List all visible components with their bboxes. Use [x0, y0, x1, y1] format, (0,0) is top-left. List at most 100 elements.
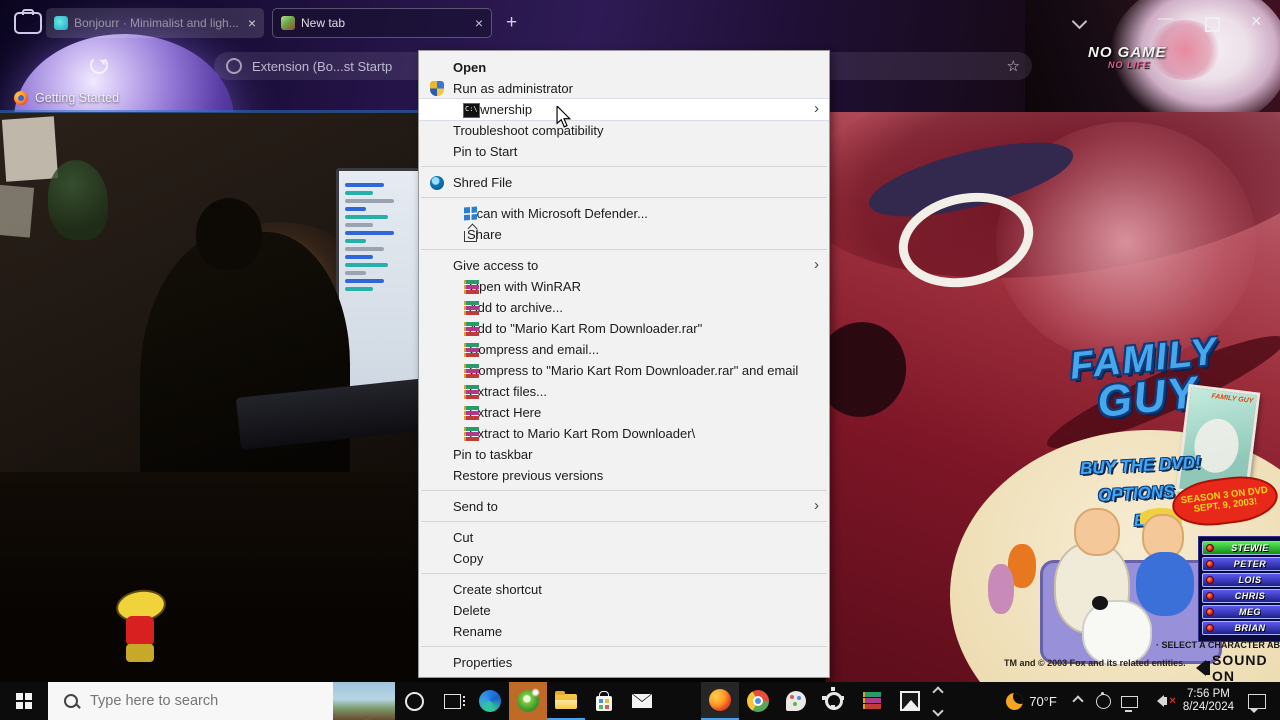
start-button[interactable]	[0, 682, 48, 720]
winrar-icon	[464, 279, 479, 294]
weather-moon-icon[interactable]	[1006, 692, 1024, 710]
character-button-stewie[interactable]: STEWIE	[1202, 541, 1280, 555]
microsoft-store-button[interactable]	[585, 682, 623, 720]
menu-item-compress-and-email[interactable]: Compress and email...	[419, 339, 829, 360]
menu-item-extract-to-folder[interactable]: Extract to Mario Kart Rom Downloader\	[419, 423, 829, 444]
menu-item-share[interactable]: Share	[419, 224, 829, 245]
volume-button[interactable]: ×	[1143, 682, 1176, 720]
taskbar-search[interactable]	[48, 682, 395, 720]
menu-item-create-shortcut[interactable]: Create shortcut	[419, 579, 829, 600]
edge-button[interactable]	[471, 682, 509, 720]
task-view-icon	[443, 693, 465, 709]
maximize-button[interactable]	[1205, 17, 1220, 32]
menu-item-extract-files[interactable]: Extract files...	[419, 381, 829, 402]
menu-item-restore-previous-versions[interactable]: Restore previous versions	[419, 465, 829, 486]
character-button-brian[interactable]: BRIAN	[1202, 621, 1280, 635]
file-explorer-button[interactable]	[547, 682, 585, 720]
menu-item-delete[interactable]: Delete	[419, 600, 829, 621]
menu-item-extract-here[interactable]: Extract Here	[419, 402, 829, 423]
menu-item-shred-file[interactable]: Shred File	[419, 172, 829, 193]
cmd-icon	[463, 103, 480, 118]
menu-item-give-access-to[interactable]: Give access to ›	[419, 255, 829, 276]
menu-item-open-with-winrar[interactable]: Open with WinRAR	[419, 276, 829, 297]
minimize-button[interactable]: —	[1158, 10, 1173, 27]
search-input[interactable]	[88, 692, 292, 710]
menu-item-rename[interactable]: Rename	[419, 621, 829, 642]
menu-separator	[419, 245, 829, 255]
menu-item-scan-with-microsoft-defender[interactable]: Scan with Microsoft Defender...	[419, 203, 829, 224]
date-label: 8/24/2024	[1182, 701, 1234, 713]
wall-paper-note	[0, 184, 35, 238]
tray-overflow-button[interactable]	[1065, 682, 1091, 720]
menu-item-copy[interactable]: Copy	[419, 548, 829, 569]
red-dot-icon	[1206, 544, 1214, 552]
mail-button[interactable]	[623, 682, 661, 720]
active-app-button[interactable]	[509, 682, 547, 720]
menu-item-pin-to-taskbar[interactable]: Pin to taskbar	[419, 444, 829, 465]
red-dot-icon	[1206, 592, 1214, 600]
store-icon	[596, 690, 612, 711]
new-tab-button[interactable]: +	[506, 12, 517, 34]
mouse-cursor	[556, 104, 572, 133]
clock[interactable]: 7:56 PM 8/24/2024	[1183, 688, 1234, 714]
network-icon	[1121, 696, 1139, 712]
paint-3d-button[interactable]	[777, 682, 815, 720]
meg-figure	[988, 564, 1014, 614]
menu-item-add-to-archive[interactable]: Add to archive...	[419, 297, 829, 318]
character-button-meg[interactable]: MEG	[1202, 605, 1280, 619]
character-button-chris[interactable]: CHRIS	[1202, 589, 1280, 603]
winrar-button[interactable]	[853, 682, 891, 720]
network-button[interactable]	[1117, 682, 1143, 720]
cortana-button[interactable]	[395, 682, 433, 720]
menu-item-cut[interactable]: Cut	[419, 527, 829, 548]
workspaces-icon[interactable]	[14, 9, 42, 34]
tab-close-icon[interactable]: ×	[248, 16, 256, 30]
site-info-icon[interactable]	[226, 58, 242, 74]
tab-bonjourr[interactable]: Bonjourr · Minimalist and ligh... ×	[46, 8, 264, 38]
tab-close-icon[interactable]: ×	[475, 16, 483, 30]
sound-on-label: SOUND ON	[1212, 652, 1268, 682]
character-button-peter[interactable]: PETER	[1202, 557, 1280, 571]
menu-item-run-as-administrator[interactable]: Run as administrator	[419, 78, 829, 99]
menu-item-troubleshoot-compatibility[interactable]: Troubleshoot compatibility	[419, 120, 829, 141]
scroll-up-icon[interactable]	[932, 685, 944, 698]
winrar-icon	[863, 691, 881, 709]
stewie-figure	[108, 586, 178, 682]
green-disc-icon	[517, 688, 540, 712]
bookmark-getting-started[interactable]: Getting Started	[14, 91, 119, 105]
temperature-label[interactable]: 70°F	[1029, 694, 1057, 709]
submenu-arrow-icon: ›	[814, 256, 819, 273]
menu-item-pin-to-start[interactable]: Pin to Start	[419, 141, 829, 162]
toolbar-scrollbar[interactable]	[929, 682, 947, 720]
menu-item-properties[interactable]: Properties	[419, 652, 829, 673]
sound-on-control[interactable]: SOUND ON	[1188, 652, 1280, 682]
search-icon	[64, 694, 78, 708]
firefox-icon	[709, 689, 731, 711]
menu-item-compress-to-named-and-email[interactable]: Compress to "Mario Kart Rom Downloader.r…	[419, 360, 829, 381]
tab-new-tab[interactable]: New tab ×	[272, 8, 492, 38]
submenu-arrow-icon: ›	[814, 100, 819, 117]
photos-button[interactable]	[891, 682, 929, 720]
bookmark-star-icon[interactable]: ☆	[1007, 57, 1020, 75]
search-highlight-image[interactable]	[333, 682, 395, 720]
character-button-lois[interactable]: LOIS	[1202, 573, 1280, 587]
task-view-button[interactable]	[433, 682, 471, 720]
settings-button[interactable]	[815, 682, 853, 720]
menu-item-open[interactable]: Open	[419, 57, 829, 78]
menu-item-send-to[interactable]: Send to ›	[419, 496, 829, 517]
chrome-icon	[747, 690, 769, 712]
bookmark-label: Getting Started	[35, 91, 120, 105]
close-button[interactable]: ×	[1251, 11, 1262, 32]
action-center-icon[interactable]	[1248, 693, 1266, 713]
shred-icon	[430, 175, 444, 190]
winrar-icon	[464, 300, 479, 315]
chrome-button[interactable]	[739, 682, 777, 720]
scroll-down-icon[interactable]	[932, 704, 944, 717]
menu-item-add-to-named-archive[interactable]: Add to "Mario Kart Rom Downloader.rar"	[419, 318, 829, 339]
tray-app-button[interactable]	[1091, 682, 1117, 720]
menu-item-ownership[interactable]: Ownership›	[419, 98, 829, 121]
firefox-button[interactable]	[701, 682, 739, 720]
wallpaper-right-art: FAMILY GUY FAMILY GUY BUY THE DVD! OPTIO…	[826, 112, 1280, 682]
options-link[interactable]: OPTIONS	[1098, 482, 1175, 506]
reload-icon[interactable]	[90, 56, 108, 74]
